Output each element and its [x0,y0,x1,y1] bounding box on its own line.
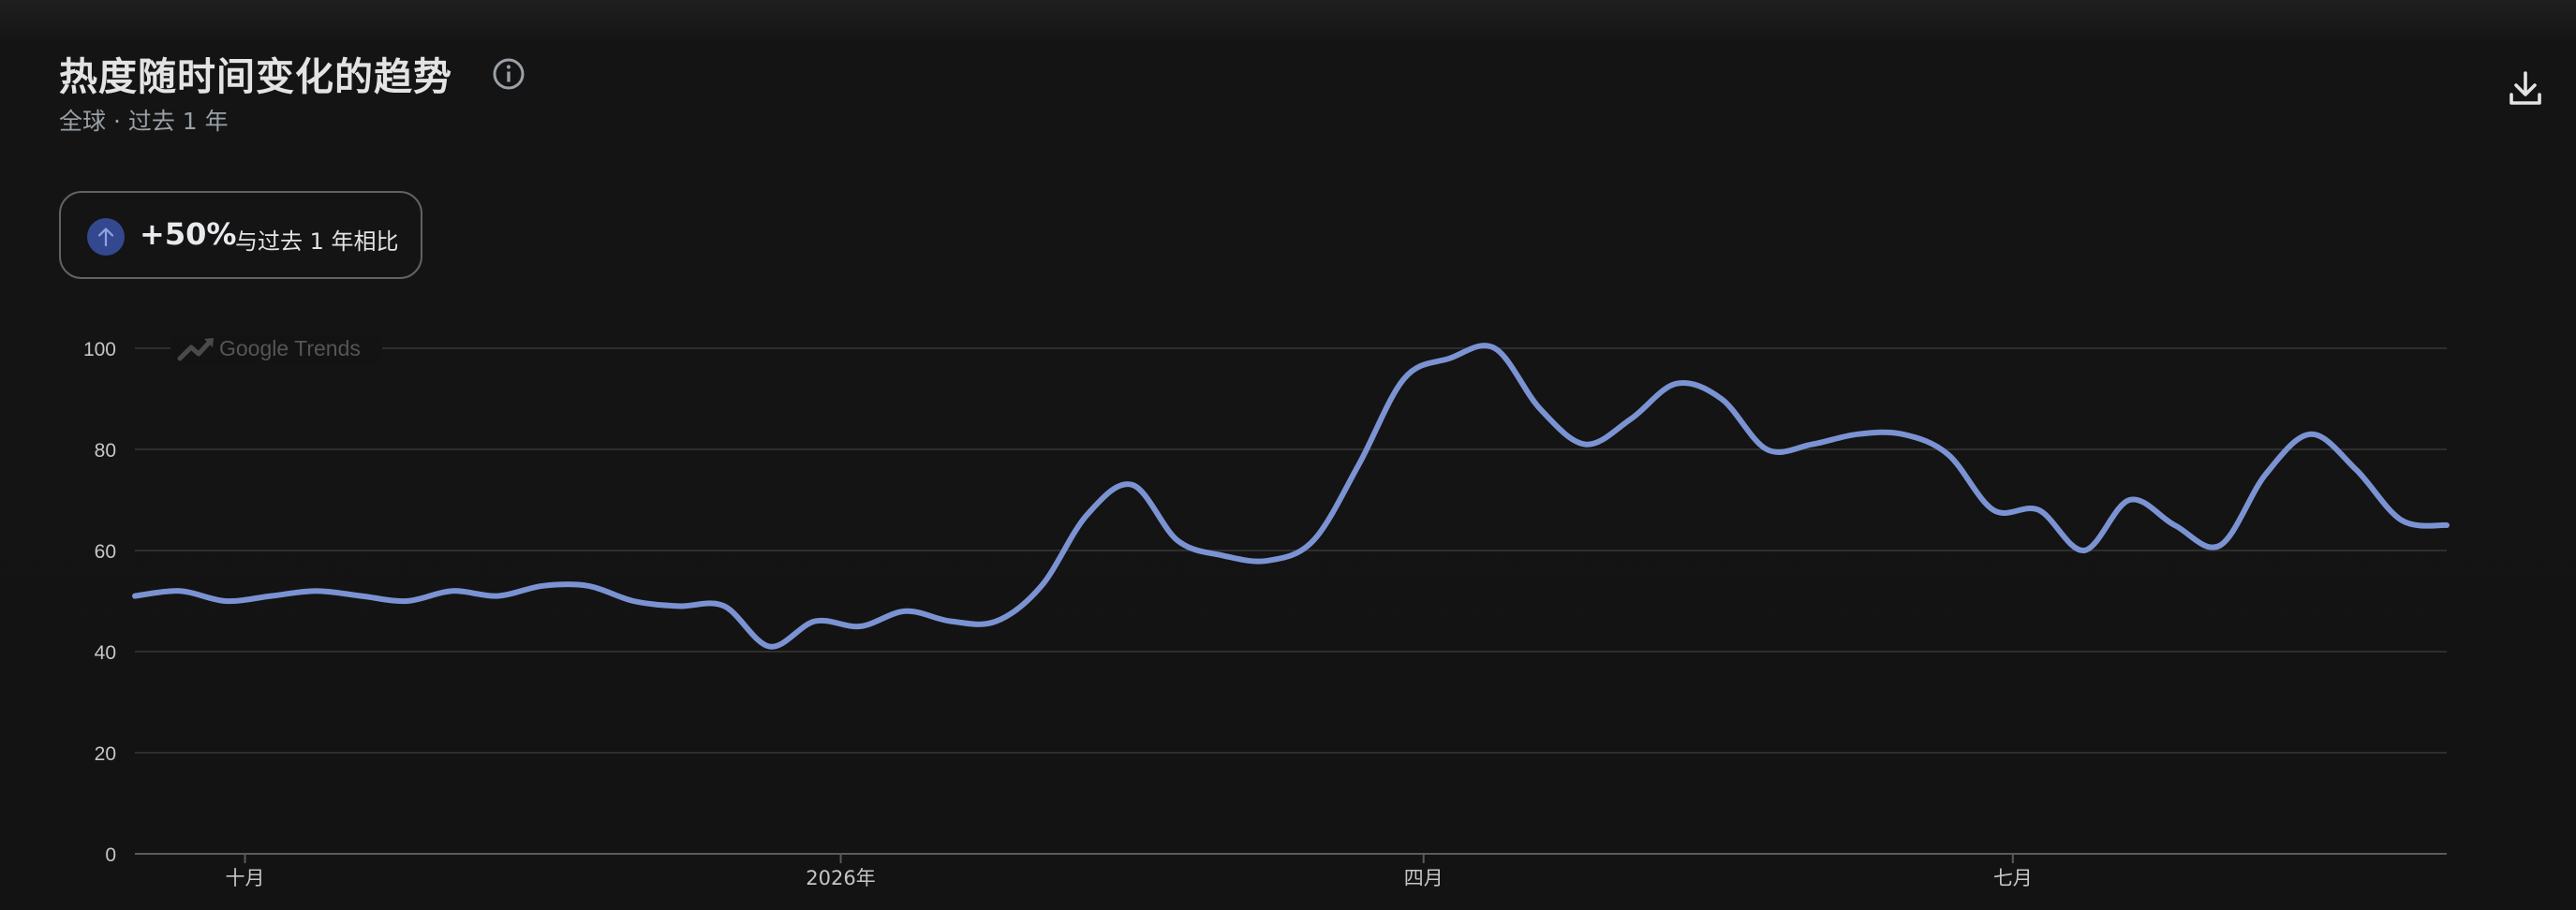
grid-lines [135,347,2447,754]
y-tick-label: 0 [105,844,116,866]
trend-line-chart: 0 20 40 60 80 100 Google Trends 十月 2026年 四月 七月 [83,334,2450,889]
x-tick-label: 2026年 [806,867,875,889]
y-tick-label: 80 [95,440,116,462]
x-tick-label: 七月 [1993,867,2033,889]
trend-card: 热度随时间变化的趋势 全球 · 过去 1 年 +50% 与过去 1 年相比 02… [0,0,2576,910]
y-tick-label: 20 [95,743,116,765]
x-axis: 十月 2026年 四月 七月 [135,853,2447,889]
series-line [132,343,2450,650]
x-tick-label: 四月 [1404,867,1443,889]
x-tick-label: 十月 [226,867,265,889]
y-tick-label: 40 [95,642,116,664]
watermark: Google Trends [170,334,382,364]
watermark-text: Google Trends [219,336,361,360]
y-tick-label: 60 [95,541,116,563]
y-axis-labels: 0 20 40 60 80 100 [83,339,116,866]
y-tick-label: 100 [83,339,116,360]
